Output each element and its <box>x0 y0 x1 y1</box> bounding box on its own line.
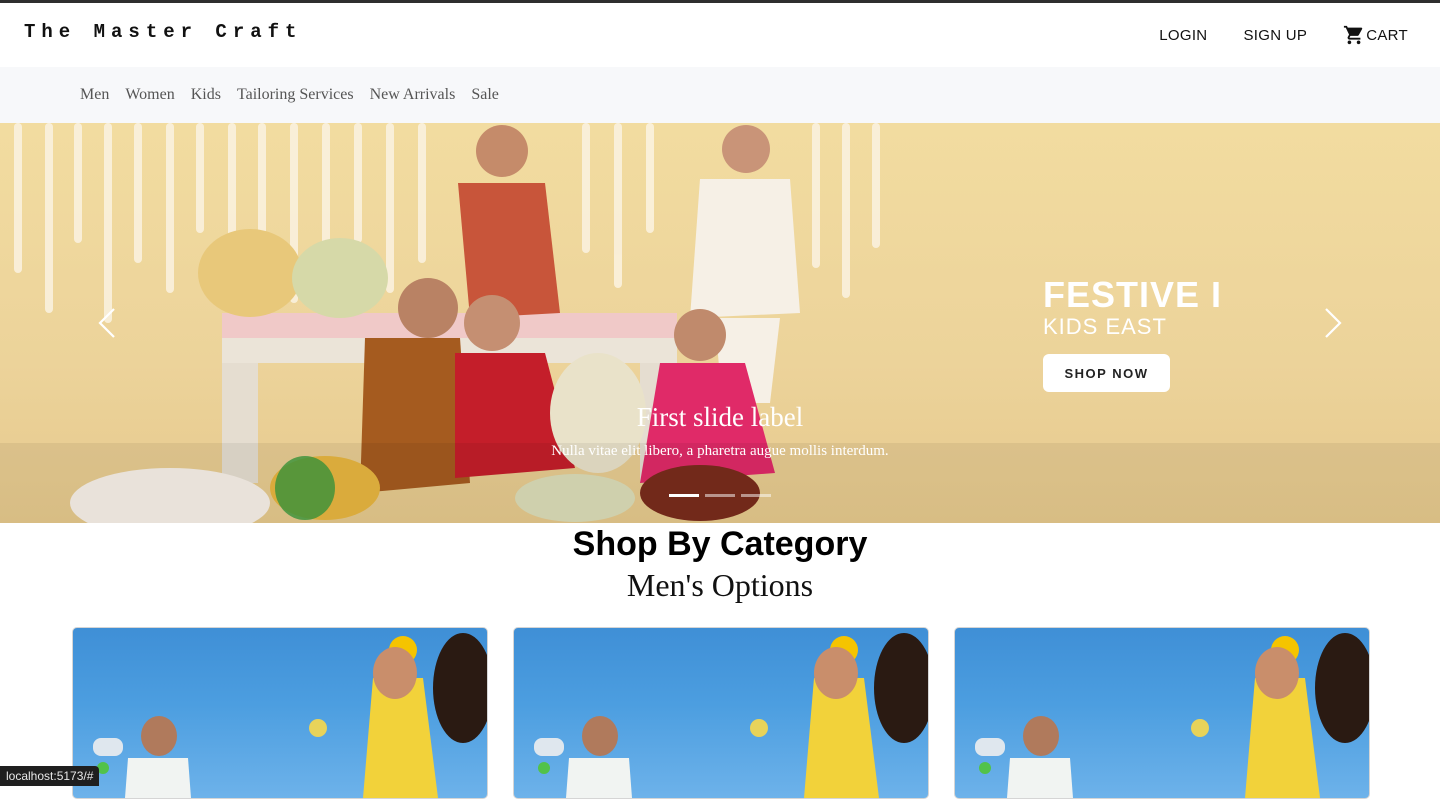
carousel-indicator[interactable] <box>741 494 771 497</box>
hero-promo: FESTIVE I KIDS EAST SHOP NOW <box>1043 275 1222 392</box>
category-card-image <box>93 633 487 798</box>
section-subtitle: Men's Options <box>626 567 814 603</box>
caption-text: Nulla vitae elit libero, a pharetra augu… <box>551 443 889 459</box>
caption-title: First slide label <box>636 402 804 432</box>
shop-now-button[interactable]: SHOP NOW <box>1043 354 1170 392</box>
hero-slide-image <box>0 123 1440 523</box>
nav-item-kids[interactable]: Kids <box>191 86 221 104</box>
section-title: Shop By Category <box>572 525 868 563</box>
cart-icon <box>1344 25 1363 45</box>
carousel-indicators <box>669 494 771 497</box>
hero-carousel: FESTIVE I KIDS EAST SHOP NOW First slide… <box>0 123 1440 523</box>
login-link[interactable]: LOGIN <box>1159 27 1207 44</box>
promo-subtitle: KIDS EAST <box>1043 314 1167 339</box>
site-header: The Master Craft LOGIN SIGN UP CART <box>0 3 1440 67</box>
nav-item-men[interactable]: Men <box>80 86 109 104</box>
carousel-next-button[interactable] <box>1312 301 1352 345</box>
carousel-indicator[interactable] <box>705 494 735 497</box>
category-card[interactable] <box>513 627 929 799</box>
cart-label: CART <box>1366 26 1408 44</box>
chevron-left-icon <box>98 308 115 338</box>
category-card[interactable] <box>954 627 1370 799</box>
auth-nav: LOGIN SIGN UP CART <box>1159 3 1408 67</box>
chevron-right-icon <box>1325 308 1342 338</box>
category-card-image <box>534 633 928 798</box>
promo-title: FESTIVE I <box>1043 274 1223 315</box>
carousel-indicator[interactable] <box>669 494 699 497</box>
signup-link[interactable]: SIGN UP <box>1243 27 1307 44</box>
cart-link[interactable]: CART <box>1343 24 1408 46</box>
carousel-prev-button[interactable] <box>88 301 128 345</box>
category-cards <box>72 627 1370 799</box>
nav-item-new-arrivals[interactable]: New Arrivals <box>370 86 456 104</box>
carousel-caption: First slide label Nulla vitae elit liber… <box>0 401 1440 460</box>
browser-status-url: localhost:5173/# <box>0 766 100 786</box>
category-nav: Men Women Kids Tailoring Services New Ar… <box>0 67 1440 123</box>
category-card-image <box>975 633 1369 798</box>
nav-item-tailoring-services[interactable]: Tailoring Services <box>237 86 354 104</box>
nav-item-women[interactable]: Women <box>125 86 174 104</box>
nav-item-sale[interactable]: Sale <box>471 86 499 104</box>
category-card[interactable] <box>72 627 488 799</box>
brand-logo[interactable]: The Master Craft <box>24 21 302 43</box>
